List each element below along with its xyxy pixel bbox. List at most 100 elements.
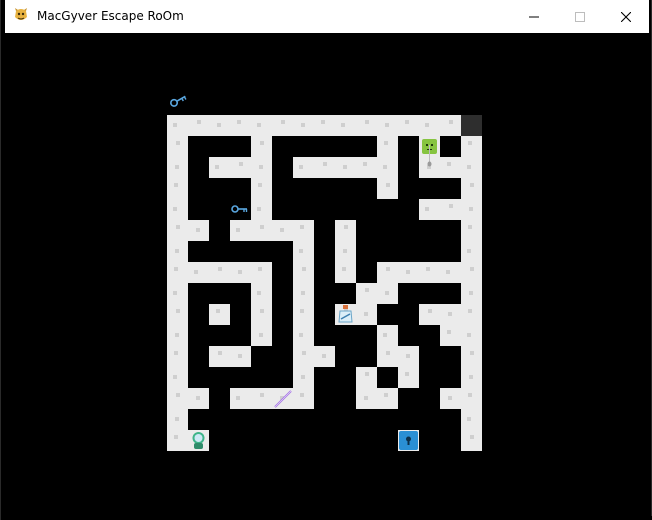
tile-speckle: [216, 309, 220, 313]
path-tile: [314, 115, 335, 136]
tile-speckle: [386, 351, 390, 355]
path-tile: [272, 115, 293, 136]
locked-door-icon: [399, 431, 418, 450]
tile-speckle: [260, 225, 264, 229]
tile-speckle: [300, 225, 304, 229]
path-tile: [293, 325, 314, 346]
path-tile: [377, 157, 398, 178]
tile-speckle: [363, 162, 367, 166]
tile-speckle: [301, 123, 305, 127]
path-tile: [461, 430, 482, 451]
tile-speckle: [259, 333, 263, 337]
path-tile: [440, 115, 461, 136]
path-tile: [230, 115, 251, 136]
tile-speckle: [386, 183, 390, 187]
path-tile: [440, 157, 461, 178]
path-tile: [209, 157, 230, 178]
minimize-icon: [529, 16, 539, 17]
path-tile: [419, 115, 440, 136]
tile-speckle: [217, 123, 221, 127]
tile-speckle: [469, 207, 473, 211]
tile-speckle: [449, 120, 453, 124]
tile-speckle: [196, 396, 200, 400]
title-bar[interactable]: MacGyver Escape RoOm: [5, 0, 649, 33]
tile-speckle: [173, 123, 177, 127]
path-tile: [251, 136, 272, 157]
tile-speckle: [174, 351, 178, 355]
tile-speckle: [343, 165, 347, 169]
path-tile: [251, 178, 272, 199]
path-tile: [335, 115, 356, 136]
tile-speckle: [257, 207, 261, 211]
path-tile: [440, 199, 461, 220]
tile-speckle: [176, 225, 180, 229]
tile-speckle: [258, 267, 262, 271]
tile-speckle: [174, 435, 178, 439]
path-tile: [167, 136, 188, 157]
tile-speckle: [257, 123, 261, 127]
path-tile: [461, 241, 482, 262]
tile-speckle: [176, 141, 180, 145]
path-tile: [167, 262, 188, 283]
path-tile: [209, 262, 230, 283]
path-tile: [251, 388, 272, 409]
tile-speckle: [468, 309, 472, 313]
close-button[interactable]: [603, 0, 649, 33]
minimize-button[interactable]: [511, 0, 557, 33]
path-tile: [461, 304, 482, 325]
tile-speckle: [237, 120, 241, 124]
path-tile: [293, 388, 314, 409]
tile-speckle: [260, 393, 264, 397]
maximize-button[interactable]: [557, 0, 603, 33]
game-canvas[interactable]: [5, 33, 646, 516]
close-icon: [621, 11, 631, 22]
path-tile: [293, 220, 314, 241]
tile-speckle: [302, 267, 306, 271]
tile-speckle: [300, 393, 304, 397]
tile-speckle: [259, 165, 263, 169]
path-tile: [335, 220, 356, 241]
tile-speckle: [364, 312, 368, 316]
tile-speckle: [175, 249, 179, 253]
path-tile: [356, 115, 377, 136]
path-tile: [356, 157, 377, 178]
maximize-icon: [575, 11, 585, 22]
maze-board: [167, 95, 482, 451]
path-tile: [377, 136, 398, 157]
path-tile: [461, 157, 482, 178]
path-tile: [461, 136, 482, 157]
path-tile: [461, 325, 482, 346]
tile-speckle: [426, 267, 430, 271]
tile-speckle: [197, 120, 201, 124]
path-tile: [293, 157, 314, 178]
tile-speckle: [468, 225, 472, 229]
path-tile: [293, 304, 314, 325]
tile-speckle: [236, 396, 240, 400]
path-tile: [167, 388, 188, 409]
tile-speckle: [468, 393, 472, 397]
path-tile: [167, 283, 188, 304]
tile-speckle: [175, 165, 179, 169]
tile-speckle: [447, 162, 451, 166]
tile-speckle: [405, 120, 409, 124]
path-tile: [335, 262, 356, 283]
tile-speckle: [174, 183, 178, 187]
path-tile: [167, 304, 188, 325]
path-tile: [461, 262, 482, 283]
tile-speckle: [383, 333, 387, 337]
tile-speckle: [448, 312, 452, 316]
path-tile: [209, 346, 230, 367]
path-tile: [209, 304, 230, 325]
path-tile: [251, 115, 272, 136]
path-tile: [356, 367, 377, 388]
inventory-key-icon: [170, 95, 187, 107]
tile-speckle: [405, 372, 409, 376]
path-tile: [440, 325, 461, 346]
tile-speckle: [341, 123, 345, 127]
path-tile: [461, 409, 482, 430]
path-tile: [251, 220, 272, 241]
tile-speckle: [322, 354, 326, 358]
tile-speckle: [323, 162, 327, 166]
tile-speckle: [425, 207, 429, 211]
tile-speckle: [257, 291, 261, 295]
